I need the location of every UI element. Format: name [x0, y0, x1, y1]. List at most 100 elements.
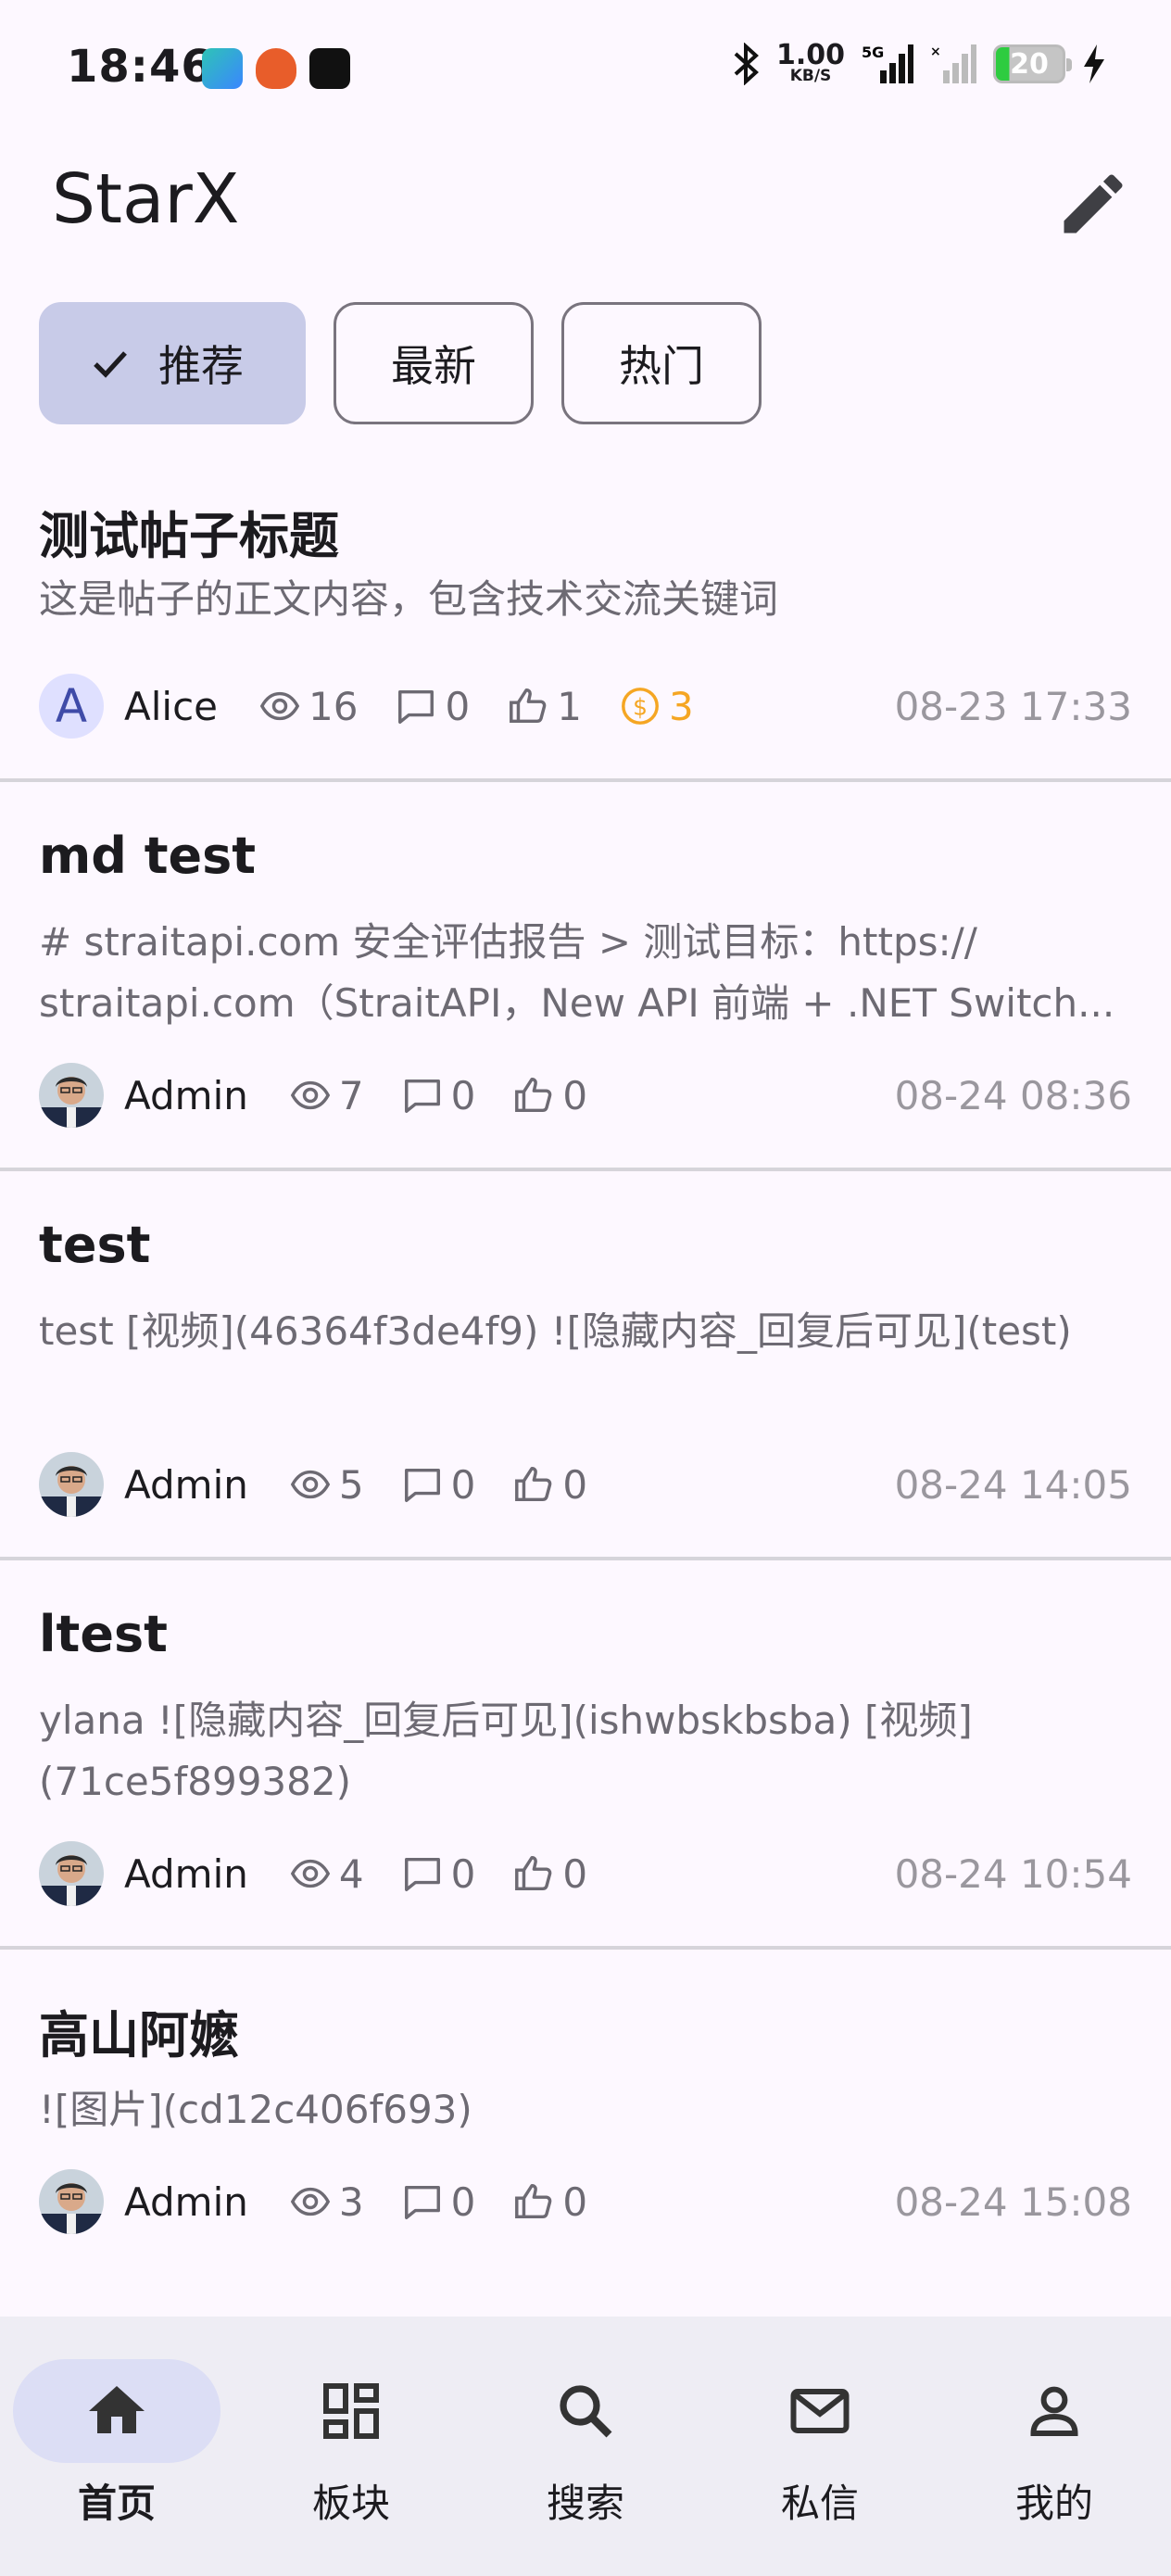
comments-stat: 0	[401, 2179, 475, 2225]
post-title: ltest	[39, 1605, 168, 1663]
thumb-up-icon	[510, 688, 547, 724]
post-card[interactable]: md test # straitapi.com 安全评估报告 > 测试目标：ht…	[0, 782, 1171, 1171]
nav-boards[interactable]: 板块	[240, 2359, 462, 2529]
mail-icon	[790, 2389, 850, 2433]
post-excerpt: ylana ![隐藏内容_回复后可见](ishwbskbsba) [视频](71…	[39, 1698, 973, 1804]
comments-stat: 0	[401, 1851, 475, 1897]
author-name[interactable]: Admin	[124, 1462, 248, 1508]
eye-icon	[290, 2187, 330, 2216]
eye-icon	[260, 691, 299, 721]
avatar[interactable]	[39, 1452, 104, 1517]
admin-avatar-image	[39, 1063, 104, 1128]
nav-label: 我的	[1014, 2481, 1093, 2526]
post-meta: Admin 4 0 0 08-24 10:54	[39, 1840, 1132, 1907]
post-timestamp: 08-24 08:36	[894, 1072, 1132, 1118]
admin-avatar-image	[39, 2169, 104, 2234]
tab-hot[interactable]: 热门	[561, 302, 762, 424]
thumb-up-icon	[515, 1078, 552, 1113]
comment-icon	[404, 2185, 440, 2219]
likes-stat[interactable]: 0	[512, 1073, 587, 1118]
likes-stat[interactable]: 0	[512, 1462, 587, 1508]
nav-label: 搜索	[546, 2481, 624, 2526]
post-timestamp: 08-24 15:08	[894, 2178, 1132, 2225]
charging-icon	[1084, 44, 1104, 83]
post-card[interactable]: test test [视频](46364f3de4f9) ![隐藏内容_回复后可…	[0, 1171, 1171, 1560]
tab-recommended[interactable]: 推荐	[39, 302, 306, 424]
post-excerpt: ![图片](cd12c406f693)	[39, 2087, 472, 2132]
svg-text:×: ×	[930, 44, 941, 59]
post-excerpt: # straitapi.com 安全评估报告 > 测试目标：https:// s…	[39, 919, 1115, 1026]
pumpkin-app-icon	[256, 48, 296, 89]
avatar[interactable]	[39, 2169, 104, 2234]
nav-search[interactable]: 搜索	[474, 2359, 697, 2529]
nav-label: 私信	[780, 2481, 859, 2526]
post-card[interactable]: 高山阿嬷 ![图片](cd12c406f693) Admin 3 0 0 08-…	[0, 1950, 1171, 2317]
compose-button[interactable]	[1054, 165, 1132, 243]
likes-stat[interactable]: 0	[512, 2179, 587, 2225]
nav-search-indicator	[482, 2359, 689, 2463]
tab-label: 热门	[619, 341, 704, 391]
nav-label: 板块	[311, 2481, 390, 2526]
post-timestamp: 08-24 10:54	[894, 1850, 1132, 1897]
post-timestamp: 08-24 14:05	[894, 1461, 1132, 1508]
author-name[interactable]: Admin	[124, 1073, 248, 1118]
status-right: 1.00 KB/S 5G × 20	[732, 42, 1106, 85]
eye-icon	[290, 1470, 330, 1499]
nav-messages[interactable]: 私信	[709, 2359, 931, 2529]
comments-stat: 0	[395, 684, 470, 729]
avatar[interactable]	[39, 1063, 104, 1128]
search-icon	[560, 2385, 612, 2438]
admin-avatar-image	[39, 1452, 104, 1517]
views-stat: 7	[289, 1073, 364, 1118]
likes-stat[interactable]: 0	[512, 1851, 587, 1897]
plane-app-icon	[202, 48, 243, 89]
post-meta: Admin 7 0 0 08-24 08:36	[39, 1062, 1132, 1129]
eye-icon	[290, 1859, 330, 1888]
post-card[interactable]: 测试帖子标题 这是帖子的正文内容，包含技术交流关键词 A Alice 16 0 …	[0, 473, 1171, 782]
post-title: md test	[39, 827, 257, 885]
avatar[interactable]	[39, 1841, 104, 1906]
nav-boards-indicator	[247, 2359, 455, 2463]
likes-stat[interactable]: 1	[507, 684, 582, 729]
author-name[interactable]: Admin	[124, 1851, 248, 1897]
status-time: 18:46	[67, 41, 213, 93]
feed-tabs: 推荐 最新 热门	[39, 302, 762, 424]
nav-home-indicator	[13, 2359, 220, 2463]
author-name[interactable]: Alice	[124, 684, 218, 729]
status-bar: 18:46 1.00 KB/S 5G × 20	[0, 0, 1171, 139]
app-title: StarX	[52, 159, 240, 239]
person-icon	[1030, 2386, 1078, 2436]
tab-label: 最新	[391, 341, 476, 391]
thumb-up-icon	[515, 2184, 552, 2219]
coin-icon: $	[622, 688, 659, 725]
battery-indicator: 20	[993, 44, 1072, 83]
author-name[interactable]: Admin	[124, 2179, 248, 2225]
post-meta: A Alice 16 0 1 $ 3 08-23 17:33	[39, 673, 1132, 739]
comment-icon	[404, 1468, 440, 1502]
comments-stat: 0	[401, 1462, 475, 1508]
post-meta: Admin 3 0 0 08-24 15:08	[39, 2168, 1132, 2235]
post-excerpt: 这是帖子的正文内容，包含技术交流关键词	[39, 576, 779, 622]
post-title: 高山阿嬷	[39, 2006, 239, 2065]
admin-avatar-image	[39, 1841, 104, 1906]
post-card[interactable]: ltest ylana ![隐藏内容_回复后可见](ishwbskbsba) […	[0, 1560, 1171, 1950]
nav-profile[interactable]: 我的	[943, 2359, 1165, 2529]
signal-empty-icon: ×	[930, 44, 976, 83]
edit-pencil-icon	[1064, 174, 1123, 234]
nav-messages-indicator	[716, 2359, 924, 2463]
bottom-navigation: 首页 板块 搜索 私信 我的	[0, 2317, 1171, 2576]
eye-icon	[290, 1080, 330, 1110]
thumb-up-icon	[515, 1856, 552, 1891]
comment-icon	[404, 1857, 440, 1891]
post-title: test	[39, 1216, 151, 1274]
tab-latest[interactable]: 最新	[334, 302, 534, 424]
tab-label: 推荐	[158, 341, 244, 391]
tiktok-app-icon	[309, 48, 350, 89]
post-excerpt: test [视频](46364f3de4f9) ![隐藏内容_回复后可见](te…	[39, 1308, 1072, 1354]
notification-icons	[202, 48, 350, 89]
nav-profile-indicator	[951, 2359, 1158, 2463]
nav-home[interactable]: 首页	[6, 2359, 228, 2529]
avatar[interactable]: A	[39, 674, 104, 739]
check-icon	[94, 351, 127, 378]
views-stat: 5	[289, 1462, 364, 1508]
